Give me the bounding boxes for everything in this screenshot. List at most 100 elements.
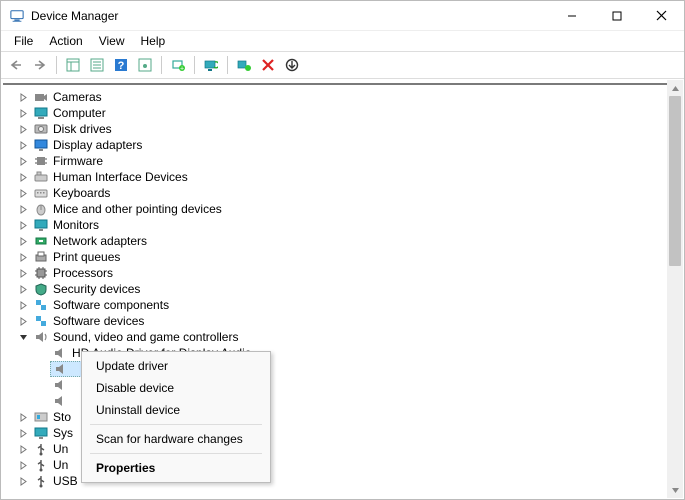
- tree-label: Computer: [53, 106, 106, 120]
- disable-button[interactable]: [281, 54, 303, 76]
- tree-node-processors[interactable]: Processors: [17, 265, 682, 281]
- close-button[interactable]: [639, 1, 684, 31]
- tree-label: Monitors: [53, 218, 99, 232]
- expand-icon[interactable]: [17, 219, 29, 231]
- tree-node-hid[interactable]: Human Interface Devices: [17, 169, 682, 185]
- menu-file[interactable]: File: [7, 32, 40, 50]
- scroll-down-icon[interactable]: [667, 482, 683, 498]
- chip-icon: [33, 153, 49, 169]
- tree-node-swdev[interactable]: Software devices: [17, 313, 682, 329]
- menu-bar: File Action View Help: [1, 31, 684, 51]
- minimize-button[interactable]: [549, 1, 594, 31]
- scroll-thumb[interactable]: [669, 96, 681, 266]
- update-driver-button[interactable]: [200, 54, 222, 76]
- monitor-icon: [33, 217, 49, 233]
- expand-icon[interactable]: [17, 203, 29, 215]
- usb-icon: [33, 441, 49, 457]
- collapse-icon[interactable]: [17, 331, 29, 343]
- computer-icon: [33, 105, 49, 121]
- tree-label: Print queues: [53, 250, 120, 264]
- context-separator: [90, 424, 262, 425]
- tree-label: Firmware: [53, 154, 103, 168]
- expand-icon[interactable]: [17, 139, 29, 151]
- tree-label: Display adapters: [53, 138, 142, 152]
- tree-node-display[interactable]: Display adapters: [17, 137, 682, 153]
- camera-icon: [33, 89, 49, 105]
- expand-icon[interactable]: [17, 235, 29, 247]
- back-button[interactable]: [5, 54, 27, 76]
- context-scan-hardware[interactable]: Scan for hardware changes: [82, 428, 270, 450]
- expand-icon[interactable]: [17, 411, 29, 423]
- tree-label: Keyboards: [53, 186, 110, 200]
- tree-node-print[interactable]: Print queues: [17, 249, 682, 265]
- show-hide-tree-button[interactable]: [62, 54, 84, 76]
- expand-icon[interactable]: [17, 459, 29, 471]
- properties-button[interactable]: [134, 54, 156, 76]
- tree-label: Sys: [53, 426, 73, 440]
- expand-icon[interactable]: [17, 107, 29, 119]
- tree-label: Human Interface Devices: [53, 170, 188, 184]
- scroll-up-icon[interactable]: [667, 80, 683, 96]
- context-separator: [90, 453, 262, 454]
- app-icon: [9, 8, 25, 24]
- toolbar-separator: [161, 56, 162, 74]
- expand-icon[interactable]: [17, 315, 29, 327]
- context-properties[interactable]: Properties: [82, 457, 270, 479]
- tree-node-computer[interactable]: Computer: [17, 105, 682, 121]
- expand-icon[interactable]: [17, 171, 29, 183]
- tree-node-sound[interactable]: Sound, video and game controllers: [17, 329, 682, 345]
- menu-help[interactable]: Help: [134, 32, 173, 50]
- add-legacy-button[interactable]: +: [167, 54, 189, 76]
- keyboard-icon: [33, 185, 49, 201]
- tree-label: Software components: [53, 298, 169, 312]
- tree-node-network[interactable]: Network adapters: [17, 233, 682, 249]
- tree-node-swcomp[interactable]: Software components: [17, 297, 682, 313]
- expand-icon[interactable]: [17, 443, 29, 455]
- expand-icon[interactable]: [17, 427, 29, 439]
- expand-icon[interactable]: [17, 299, 29, 311]
- storage-icon: [33, 409, 49, 425]
- tree-node-monitors[interactable]: Monitors: [17, 217, 682, 233]
- forward-button[interactable]: [29, 54, 51, 76]
- menu-action[interactable]: Action: [42, 32, 89, 50]
- tree-node-security[interactable]: Security devices: [17, 281, 682, 297]
- tree-node-cameras[interactable]: Cameras: [17, 89, 682, 105]
- expand-icon[interactable]: [17, 155, 29, 167]
- expand-icon[interactable]: [17, 123, 29, 135]
- software-icon: [33, 297, 49, 313]
- toolbar: ? +: [1, 51, 684, 79]
- context-disable-device[interactable]: Disable device: [82, 377, 270, 399]
- details-button[interactable]: [86, 54, 108, 76]
- expand-icon[interactable]: [17, 283, 29, 295]
- tree-label: Security devices: [53, 282, 140, 296]
- speaker-icon: [53, 361, 69, 377]
- hid-icon: [33, 169, 49, 185]
- context-uninstall-device[interactable]: Uninstall device: [82, 399, 270, 421]
- context-update-driver[interactable]: Update driver: [82, 355, 270, 377]
- expand-icon[interactable]: [17, 267, 29, 279]
- expand-icon[interactable]: [17, 475, 29, 487]
- expand-icon[interactable]: [17, 91, 29, 103]
- expand-icon[interactable]: [17, 187, 29, 199]
- tree-label: Disk drives: [53, 122, 112, 136]
- tree-label: Network adapters: [53, 234, 147, 248]
- tree-node-keyboards[interactable]: Keyboards: [17, 185, 682, 201]
- speaker-icon: [52, 393, 68, 409]
- speaker-icon: [52, 345, 68, 361]
- tree-node-disk[interactable]: Disk drives: [17, 121, 682, 137]
- vertical-scrollbar[interactable]: [667, 80, 683, 498]
- tree-node-firmware[interactable]: Firmware: [17, 153, 682, 169]
- tree-node-mice[interactable]: Mice and other pointing devices: [17, 201, 682, 217]
- expand-icon[interactable]: [17, 251, 29, 263]
- tree-label: Mice and other pointing devices: [53, 202, 222, 216]
- menu-view[interactable]: View: [92, 32, 132, 50]
- window-title: Device Manager: [31, 9, 549, 23]
- software-icon: [33, 313, 49, 329]
- tree-label: Cameras: [53, 90, 102, 104]
- uninstall-button[interactable]: [257, 54, 279, 76]
- scan-hardware-button[interactable]: [233, 54, 255, 76]
- context-menu: Update driver Disable device Uninstall d…: [81, 351, 271, 483]
- maximize-button[interactable]: [594, 1, 639, 31]
- help-button[interactable]: ?: [110, 54, 132, 76]
- tree-label: Processors: [53, 266, 113, 280]
